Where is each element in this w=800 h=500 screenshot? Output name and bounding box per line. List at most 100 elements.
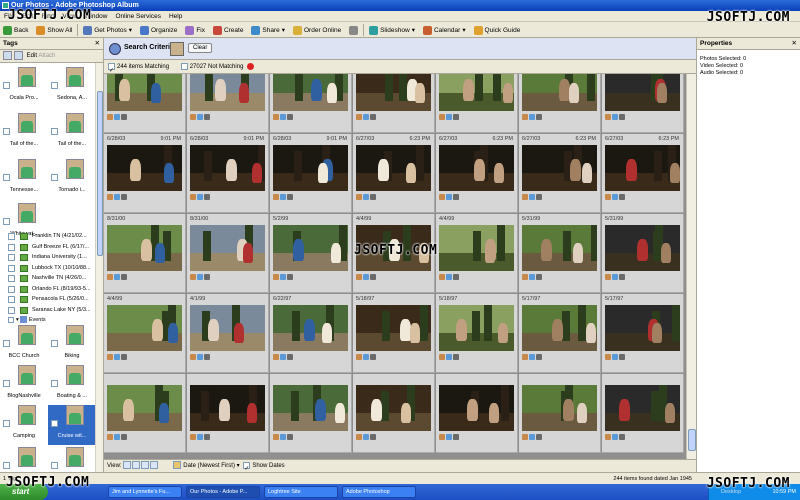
back-button[interactable]: Back	[0, 22, 31, 38]
photo-thumbnail[interactable]: 5/31/99	[519, 214, 601, 293]
photo-thumbnail[interactable]: 5/18/97	[353, 294, 435, 373]
event-tag-thumbnail[interactable]: BlogNashville	[0, 365, 48, 405]
tag-thumbnail[interactable]: Tennesse...	[0, 159, 48, 199]
tags-scrollbar[interactable]	[95, 63, 103, 472]
photo-thumbnail[interactable]: 4/4/99	[436, 214, 518, 293]
photo-thumbnail[interactable]: 6/28/037:09 PM	[270, 74, 352, 133]
tag-checkbox[interactable]	[8, 254, 15, 261]
photo-thumbnail[interactable]	[104, 374, 186, 453]
tag-checkbox[interactable]	[3, 218, 10, 225]
tag-thumbnail[interactable]: Sedona, A...	[48, 67, 96, 107]
photo-thumbnail[interactable]: 6/22/97	[270, 294, 352, 373]
tag-checkbox[interactable]	[8, 285, 15, 293]
photo-thumbnail[interactable]: 5/17/97	[519, 294, 601, 373]
show-all-button[interactable]: Show All	[33, 22, 75, 38]
matching-checkbox[interactable]: ✓	[108, 62, 115, 74]
tag-thumbnail[interactable]: Ocala Pro...	[0, 67, 48, 107]
photo-thumbnail[interactable]: 4/4/99	[104, 294, 186, 373]
photo-thumbnail[interactable]: 8/31/00	[104, 214, 186, 293]
new-tag-icon[interactable]	[3, 50, 12, 60]
task-button-photos[interactable]: Our Photos - Adobe P...	[186, 486, 260, 498]
tag-list-item[interactable]: Orlando FL (8/19/93-5...	[4, 284, 96, 295]
close-icon[interactable]: ✕	[95, 38, 100, 50]
tag-list-item[interactable]: Gulf Breeze FL (6/17/...	[4, 242, 96, 253]
photo-thumbnail[interactable]: 5/17/97	[602, 294, 684, 373]
photo-thumbnail[interactable]: 5/18/97	[436, 294, 518, 373]
photo-thumbnail[interactable]: 6/28/03 9:01 PM	[187, 134, 269, 213]
view-large-icon[interactable]	[141, 461, 150, 470]
print-button[interactable]	[346, 22, 361, 38]
fix-button[interactable]: Fix	[182, 22, 208, 38]
photo-thumbnail[interactable]: 6/27/03 6:23 PM	[519, 134, 601, 213]
photo-thumbnail[interactable]: 6/28/036:33 PM	[436, 74, 518, 133]
order-online-button[interactable]: Order Online	[290, 22, 344, 38]
tag-checkbox[interactable]	[51, 174, 58, 181]
photo-thumbnail[interactable]: 5/2/99	[270, 214, 352, 293]
tag-checkbox[interactable]	[51, 462, 58, 469]
tag-thumbnail[interactable]: Tail of the...	[48, 113, 96, 153]
show-dates-checkbox[interactable]: ✓	[243, 461, 251, 472]
photo-thumbnail[interactable]: 5/31/99	[602, 214, 684, 293]
sort-select[interactable]: Date (Newest First)	[183, 463, 235, 469]
photo-thumbnail[interactable]	[353, 374, 435, 453]
tag-thumbnail[interactable]: Tail of the...	[0, 113, 48, 153]
tag-checkbox[interactable]	[3, 380, 10, 387]
tag-list-item[interactable]: Pensacola FL (5/26/0...	[4, 294, 96, 305]
event-tag-thumbnail[interactable]: Camping	[0, 405, 48, 445]
tag-list-item[interactable]: Lubbock TX (10/10/88...	[4, 263, 96, 274]
tag-checkbox[interactable]	[3, 462, 10, 469]
photo-thumbnail[interactable]	[187, 374, 269, 453]
photo-thumbnail[interactable]: 6/27/03 6:23 PM	[602, 134, 684, 213]
photo-thumbnail[interactable]: 6/28/037:09 PM	[187, 74, 269, 133]
tag-list-item[interactable]: Indiana University (1...	[4, 252, 96, 263]
photo-thumbnail[interactable]: 6/28/03 9:01 PM	[104, 134, 186, 213]
create-button[interactable]: Create	[210, 22, 247, 38]
photo-thumbnail[interactable]: 6/28/037:10 PM	[353, 74, 435, 133]
view-medium-icon[interactable]	[132, 461, 141, 470]
share-button[interactable]: Share ▾	[248, 22, 288, 38]
task-button-browser[interactable]: Jim and Lynnette's Fu...	[108, 486, 182, 498]
calendar-button[interactable]: Calendar ▾	[420, 22, 469, 38]
event-tag-thumbnail[interactable]: Boating & ...	[48, 365, 96, 405]
quick-guide-button[interactable]: Quick Guide	[471, 22, 524, 38]
photo-scrollbar-thumb[interactable]	[688, 429, 696, 451]
photo-thumbnail[interactable]: 6/28/036:33 PM	[104, 74, 186, 133]
event-tag-thumbnail[interactable]: Biking	[48, 325, 96, 365]
photo-thumbnail[interactable]: 6/28/036:33 PM	[519, 74, 601, 133]
tag-checkbox[interactable]	[3, 174, 10, 181]
category-checkbox[interactable]	[8, 316, 14, 323]
tag-checkbox[interactable]	[51, 128, 58, 135]
tag-checkbox[interactable]	[3, 82, 10, 89]
tag-checkbox[interactable]	[51, 380, 58, 387]
attach-tag-button[interactable]: Attach	[38, 53, 55, 59]
menu-help[interactable]: Help	[165, 11, 186, 22]
photo-thumbnail[interactable]: 6/27/03 6:23 PM	[436, 134, 518, 213]
tag-checkbox[interactable]	[51, 82, 58, 89]
tag-checkbox[interactable]	[8, 233, 15, 240]
photo-thumbnail[interactable]: 6/28/039:00 PM	[602, 74, 684, 133]
tag-list-item[interactable]: Franklin TN (4/21/02...	[4, 231, 96, 242]
tag-checkbox[interactable]	[8, 264, 15, 272]
photo-thumbnail[interactable]	[602, 374, 684, 453]
photo-thumbnail[interactable]: 4/1/99	[187, 294, 269, 373]
tag-list-item[interactable]: Nashville TN (4/26/0...	[4, 273, 96, 284]
tag-list-item[interactable]: Saranac Lake NY (5/3...	[4, 305, 96, 316]
get-photos-button[interactable]: Get Photos ▾	[80, 22, 135, 38]
photo-thumbnail[interactable]	[270, 374, 352, 453]
photo-scrollbar[interactable]	[686, 74, 696, 459]
tag-checkbox[interactable]	[3, 128, 10, 135]
tag-checkbox[interactable]	[8, 243, 15, 251]
clear-button[interactable]: Clear	[188, 43, 213, 53]
tag-thumbnail[interactable]: Tornado i...	[48, 159, 96, 199]
event-tag-thumbnail[interactable]: BCC Church	[0, 325, 48, 365]
tag-checkbox[interactable]	[8, 275, 15, 282]
tag-category-events[interactable]: ▾ Events	[4, 315, 96, 325]
tags-scrollbar-thumb[interactable]	[97, 91, 103, 256]
tag-checkbox[interactable]	[51, 420, 58, 427]
tag-checkbox[interactable]	[8, 296, 15, 303]
tag-checkbox[interactable]	[51, 340, 58, 347]
not-matching-checkbox[interactable]	[180, 62, 188, 70]
photo-thumbnail[interactable]: 6/28/03 9:01 PM	[270, 134, 352, 213]
slideshow-button[interactable]: Slideshow ▾	[366, 22, 418, 38]
tag-view-icon[interactable]	[14, 50, 23, 60]
